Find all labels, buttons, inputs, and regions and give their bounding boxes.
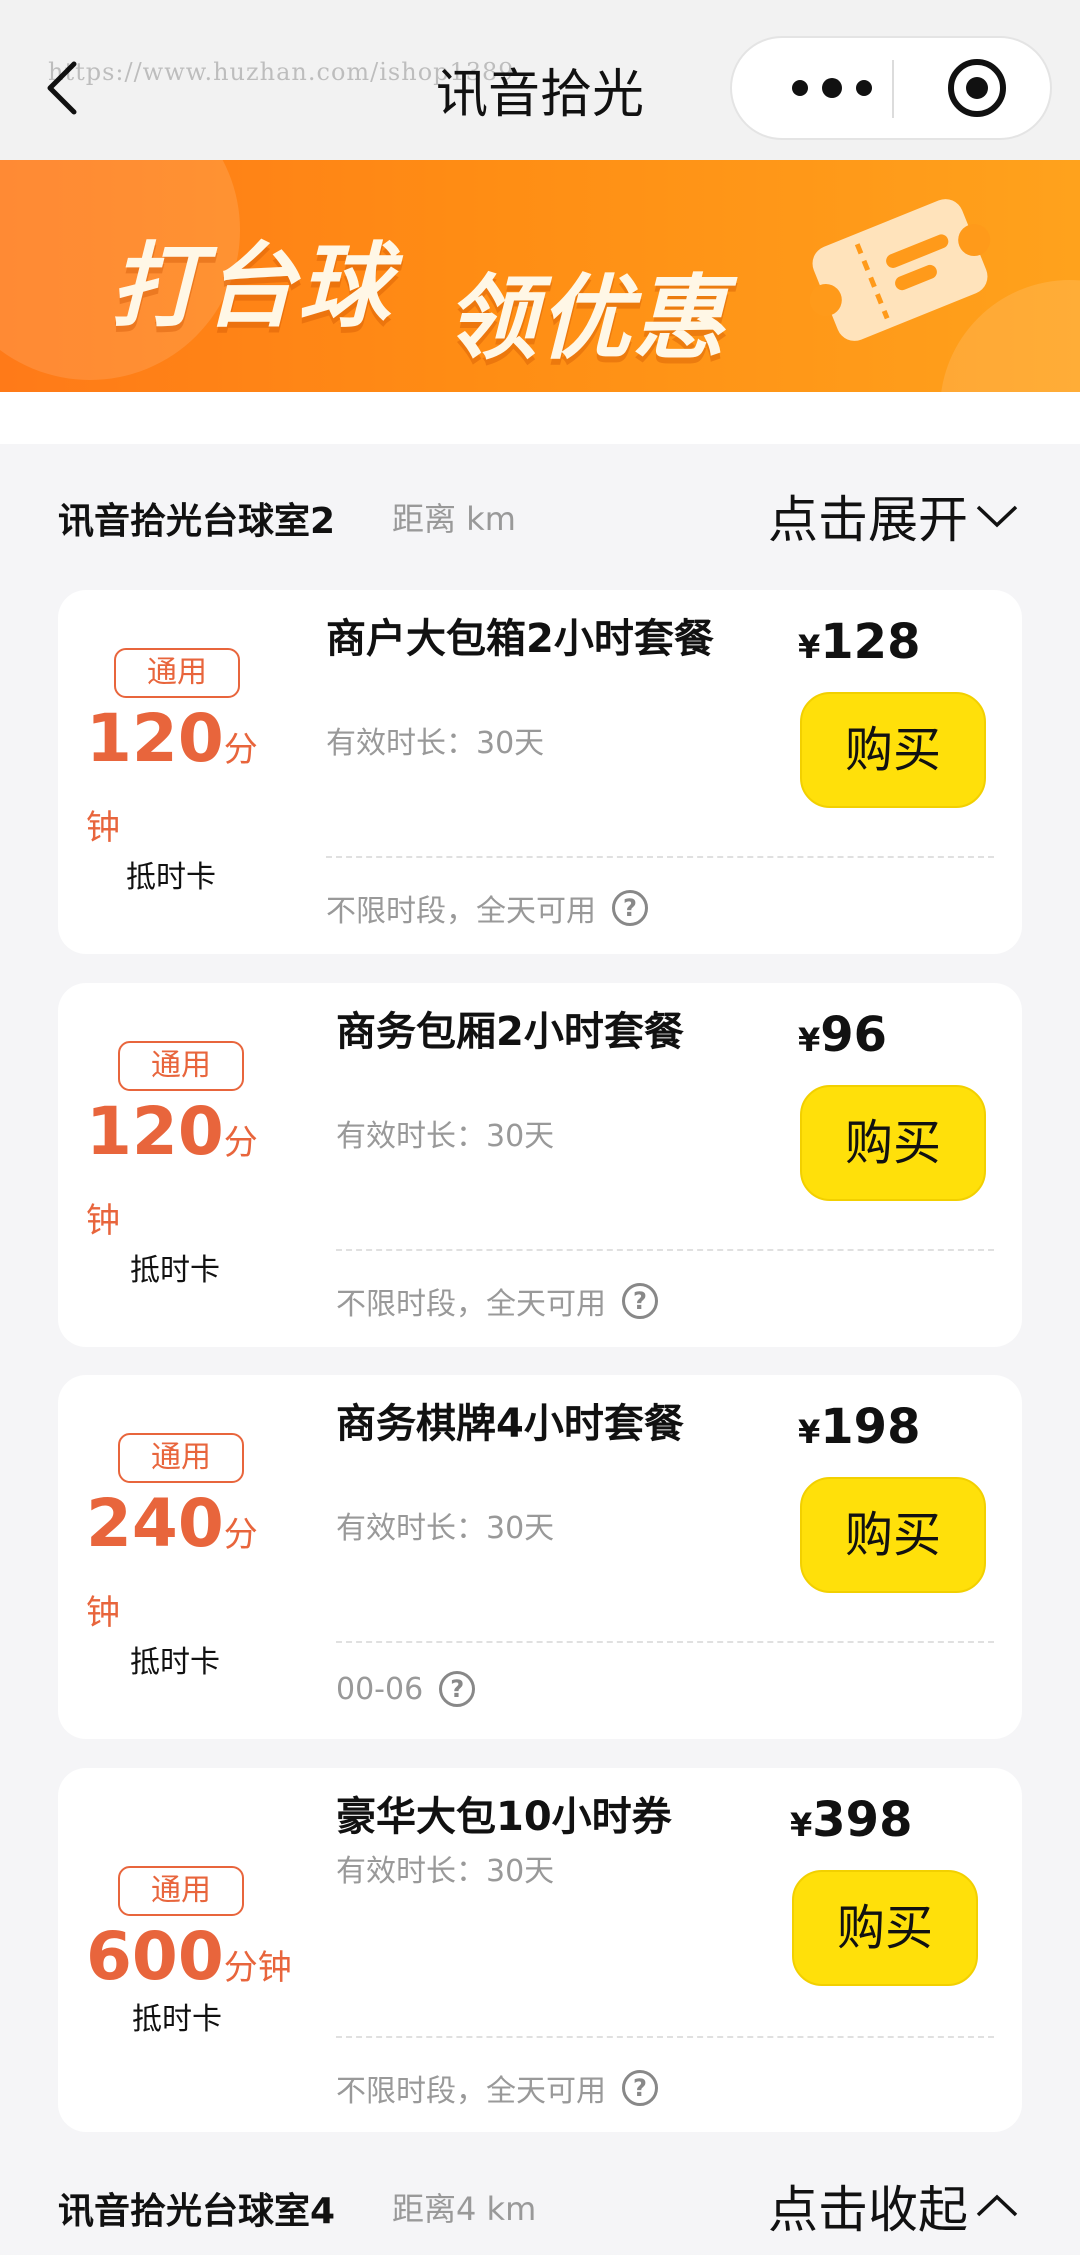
currency-symbol: ¥ <box>798 1021 821 1059</box>
currency-symbol: ¥ <box>790 1806 813 1844</box>
divider <box>326 856 994 858</box>
amount-value: 120 <box>86 1093 224 1170</box>
product-card[interactable]: 通用 120分 钟 抵时卡 商户大包箱2小时套餐 有效时长：30天 ¥128 购… <box>58 590 1022 954</box>
amount-value: 240 <box>86 1485 224 1562</box>
tag-badge: 通用 <box>118 1433 244 1483</box>
price: ¥128 <box>798 614 920 670</box>
buy-button[interactable]: 购买 <box>800 1477 986 1593</box>
amount-value: 120 <box>86 700 224 777</box>
capsule-divider <box>892 60 894 118</box>
help-icon[interactable]: ? <box>622 1283 658 1319</box>
amount: 240分 <box>86 1485 258 1562</box>
buy-button[interactable]: 购买 <box>800 1085 986 1201</box>
promo-banner[interactable]: 打台球 领优惠 <box>0 160 1080 392</box>
mini-program-capsule <box>730 36 1052 140</box>
divider <box>336 2036 994 2038</box>
card-type: 抵时卡 <box>130 1645 220 1680</box>
amount-unit-wrap: 钟 <box>86 800 120 849</box>
validity: 有效时长：30天 <box>336 1854 555 1889</box>
product-card[interactable]: 通用 240分 钟 抵时卡 商务棋牌4小时套餐 有效时长：30天 ¥198 购买… <box>58 1375 1022 1739</box>
banner-spacer <box>0 392 1080 444</box>
collapse-toggle[interactable]: 点击收起 <box>768 2170 1020 2242</box>
product-name: 商务包厢2小时套餐 <box>336 1009 684 1055</box>
divider <box>336 1249 994 1251</box>
currency-symbol: ¥ <box>798 1413 821 1451</box>
banner-title-left: 打台球 <box>110 233 393 340</box>
amount-value: 600 <box>86 1918 224 1995</box>
close-target-icon[interactable] <box>932 38 1042 138</box>
availability-text: 不限时段，全天可用 <box>336 1287 606 1322</box>
price: ¥398 <box>790 1792 912 1848</box>
tag-badge: 通用 <box>114 648 240 698</box>
price-value: 128 <box>820 614 921 670</box>
validity: 有效时长：30天 <box>336 1511 555 1546</box>
tag-badge: 通用 <box>118 1041 244 1091</box>
collapse-toggle-label: 点击收起 <box>768 2181 968 2239</box>
availability: 00-06 ? <box>336 1671 476 1707</box>
availability-text: 不限时段，全天可用 <box>336 2074 606 2109</box>
divider <box>336 1641 994 1643</box>
price-value: 398 <box>812 1792 913 1848</box>
amount-unit: 分钟 <box>223 1948 292 1988</box>
amount-unit-wrap: 钟 <box>86 1193 120 1242</box>
price-value: 198 <box>820 1399 921 1455</box>
amount-unit-second: 钟 <box>86 1201 120 1241</box>
amount-unit-wrap: 钟 <box>86 1585 120 1634</box>
availability: 不限时段，全天可用 ? <box>326 886 648 930</box>
card-type: 抵时卡 <box>126 860 216 895</box>
product-name: 商户大包箱2小时套餐 <box>326 616 714 662</box>
navigation-bar: https://www.huzhan.com/ishop1389 讯音拾光 <box>0 0 1080 160</box>
amount-unit-second: 钟 <box>86 808 120 848</box>
card-type: 抵时卡 <box>132 2002 222 2037</box>
product-name: 豪华大包10小时券 <box>336 1794 672 1840</box>
store-name: 讯音拾光台球室2 <box>58 501 336 542</box>
currency-symbol: ¥ <box>798 628 821 666</box>
availability-text: 不限时段，全天可用 <box>326 894 596 929</box>
price: ¥198 <box>798 1399 920 1455</box>
product-card[interactable]: 通用 600分钟 抵时卡 豪华大包10小时券 有效时长：30天 ¥398 购买 … <box>58 1768 1022 2132</box>
price: ¥96 <box>798 1007 887 1063</box>
help-icon[interactable]: ? <box>612 890 648 926</box>
amount-unit: 分 <box>223 1515 258 1555</box>
card-type: 抵时卡 <box>130 1253 220 1288</box>
product-name: 商务棋牌4小时套餐 <box>336 1401 684 1447</box>
buy-button[interactable]: 购买 <box>792 1870 978 1986</box>
expand-toggle[interactable]: 点击展开 <box>768 480 1020 552</box>
banner-title-right: 领优惠 <box>445 265 728 372</box>
amount-unit: 分 <box>223 1123 258 1163</box>
availability-text: 00-06 <box>336 1671 424 1707</box>
price-value: 96 <box>820 1007 888 1063</box>
store-distance: 距离4 km <box>392 2190 537 2228</box>
validity: 有效时长：30天 <box>336 1119 555 1154</box>
more-icon[interactable] <box>772 38 892 138</box>
ticket-icon <box>800 180 1000 360</box>
chevron-down-icon <box>976 505 1018 528</box>
amount: 120分 <box>86 700 258 777</box>
amount: 600分钟 <box>86 1918 292 1995</box>
store-distance: 距离 km <box>392 500 516 538</box>
help-icon[interactable]: ? <box>439 1671 476 1707</box>
availability: 不限时段，全天可用 ? <box>336 2066 658 2110</box>
amount-unit-second: 钟 <box>86 1593 120 1633</box>
expand-toggle-label: 点击展开 <box>768 491 968 549</box>
buy-button[interactable]: 购买 <box>800 692 986 808</box>
help-icon[interactable]: ? <box>622 2070 658 2106</box>
validity: 有效时长：30天 <box>326 726 545 761</box>
product-card[interactable]: 通用 120分 钟 抵时卡 商务包厢2小时套餐 有效时长：30天 ¥96 购买 … <box>58 983 1022 1347</box>
tag-badge: 通用 <box>118 1866 244 1916</box>
availability: 不限时段，全天可用 ? <box>336 1279 658 1323</box>
store-name: 讯音拾光台球室4 <box>58 2191 336 2232</box>
amount-unit: 分 <box>223 730 258 770</box>
chevron-up-icon <box>976 2194 1018 2217</box>
amount: 120分 <box>86 1093 258 1170</box>
